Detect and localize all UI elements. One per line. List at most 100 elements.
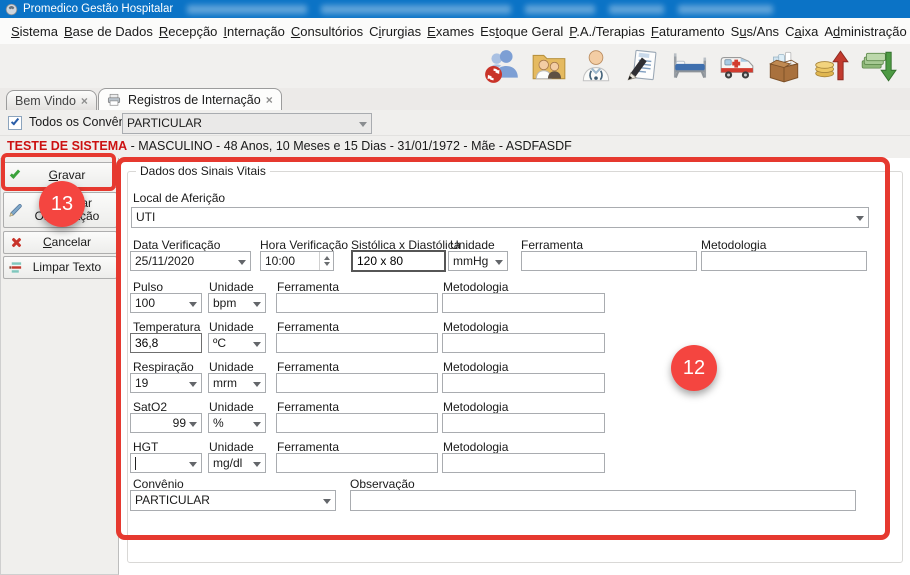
stock-icon[interactable] [764,46,804,86]
limpar-texto-button[interactable]: Limpar Texto [3,256,117,279]
menu-base-de-dados[interactable]: Base de Dados [61,22,156,41]
hgt-ferramenta-input[interactable] [276,453,438,473]
respiracao-dropdown[interactable]: 19 [130,373,202,393]
sato2-ferramenta-input[interactable] [276,413,438,433]
revenue-up-icon[interactable] [811,46,851,86]
unidade-label: Unidade [209,360,254,374]
close-icon[interactable]: × [266,95,273,105]
menu-caixa[interactable]: Caixa [782,22,821,41]
pulso-metodologia-input[interactable] [442,293,605,313]
menu-estoque-geral[interactable]: Estoque Geral [477,22,566,41]
convenio-filter-dropdown[interactable]: PARTICULAR [122,113,372,134]
menu-recepcao[interactable]: Recepção [156,22,221,41]
menu-pa-terapias[interactable]: P.A./Terapias [566,22,648,41]
menu-sistema[interactable]: Sistema [8,22,61,41]
data-verificacao-dropdown[interactable]: 25/11/2020 [130,251,251,271]
temperatura-unidade-dropdown[interactable]: ºC [208,333,266,353]
checkmark-icon [11,117,19,126]
chevron-down-icon [359,122,367,131]
hgt-unidade-dropdown[interactable]: mg/dl [208,453,266,473]
convenio-label: Convênio [133,477,184,491]
patients-sync-icon[interactable] [482,46,522,86]
chevron-down-icon [189,302,197,311]
tab-bem-vindo[interactable]: Bem Vindo × [6,90,97,110]
gravar-button[interactable]: Gravar [3,162,117,188]
hgt-metodologia-input[interactable] [442,453,605,473]
respiracao-ferramenta-input[interactable] [276,373,438,393]
temperatura-ferramenta-input[interactable] [276,333,438,353]
hora-verificacao-spinner[interactable]: 10:00 [260,251,334,271]
adicionar-observacao-button[interactable]: Adicionar Observação [3,192,117,228]
chevron-down-icon [189,462,197,471]
pressao-metodologia-input[interactable] [701,251,867,271]
temperatura-input[interactable] [130,333,202,353]
menu-bar: Sistema Base de Dados Recepção Internaçã… [0,18,910,44]
temperatura-metodologia-input[interactable] [442,333,605,353]
spin-up-icon[interactable] [324,253,330,260]
pressao-unidade-dropdown[interactable]: mmHg [448,251,508,271]
todos-convenios-checkbox[interactable] [8,116,22,130]
sato2-dropdown[interactable]: 99 [130,413,202,433]
pulso-unidade-dropdown[interactable]: bpm [208,293,266,313]
convenio-dropdown[interactable]: PARTICULAR [130,490,336,511]
clear-text-icon [4,260,26,275]
exam-document-icon[interactable] [623,46,663,86]
tab-registros-internacao[interactable]: Registros de Internação × [98,88,282,110]
x-icon [4,237,26,248]
sato2-unidade-value: % [213,416,250,431]
close-icon[interactable]: × [81,96,88,106]
metodologia-label: Metodologia [443,360,508,374]
sato2-unidade-dropdown[interactable]: % [208,413,266,433]
toolbar [0,44,910,88]
respiracao-unidade-value: mrm [213,376,250,391]
ferramenta-label: Ferramenta [277,440,339,454]
pulso-value: 100 [135,296,186,311]
menu-internacao[interactable]: Internação [220,22,287,41]
respiracao-metodologia-input[interactable] [442,373,605,393]
hgt-dropdown[interactable] [130,453,202,473]
patient-details: - MASCULINO - 48 Anos, 10 Meses e 15 Dia… [127,139,572,153]
metodologia-label: Metodologia [443,280,508,294]
metodologia-label: Metodologia [701,238,766,252]
reception-icon[interactable] [529,46,569,86]
cancelar-button[interactable]: Cancelar [3,231,117,254]
local-afericao-dropdown[interactable]: UTI [131,207,869,228]
hospital-bed-icon[interactable] [670,46,710,86]
pulso-dropdown[interactable]: 100 [130,293,202,313]
unidade-label: Unidade [209,320,254,334]
unidade-label: Unidade [209,400,254,414]
ambulance-icon[interactable] [717,46,757,86]
chevron-down-icon [189,382,197,391]
groupbox-title: Dados dos Sinais Vitais [136,164,270,178]
pressao-ferramenta-input[interactable] [521,251,697,271]
menu-consultorios[interactable]: Consultórios [288,22,366,41]
respiracao-unidade-dropdown[interactable]: mrm [208,373,266,393]
spin-down-icon[interactable] [324,262,330,269]
sato2-metodologia-input[interactable] [442,413,605,433]
title-bar: Promedico Gestão Hospitalar [0,0,910,18]
sistolica-diastolica-input[interactable] [351,250,446,272]
menu-administracao[interactable]: Administração [821,22,909,41]
expense-down-icon[interactable] [858,46,898,86]
pressao-unidade-value: mmHg [453,254,492,269]
chevron-down-icon [238,260,246,269]
unidade-label: Unidade [209,280,254,294]
chevron-down-icon [323,499,331,508]
chevron-down-icon [253,462,261,471]
chevron-down-icon [253,342,261,351]
ferramenta-label: Ferramenta [521,238,583,252]
unidade-label: Unidade [450,238,495,252]
observacao-label: Observação [350,477,415,491]
unidade-label: Unidade [209,440,254,454]
sato2-label: SatO2 [133,400,167,414]
observacao-input[interactable] [350,490,856,511]
doctor-icon[interactable] [576,46,616,86]
pulso-ferramenta-input[interactable] [276,293,438,313]
menu-sus-ans[interactable]: Sus/Ans [728,22,782,41]
menu-faturamento[interactable]: Faturamento [648,22,728,41]
metodologia-label: Metodologia [443,320,508,334]
menu-cirurgias[interactable]: Cirurgias [366,22,424,41]
menu-exames[interactable]: Exames [424,22,477,41]
respiracao-label: Respiração [133,360,194,374]
window-title: Promedico Gestão Hospitalar [23,3,173,15]
